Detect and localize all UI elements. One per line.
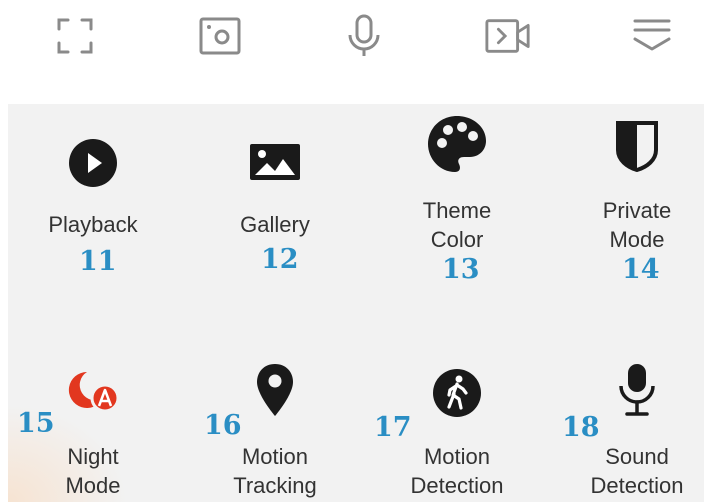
- microphone-button[interactable]: [340, 12, 388, 60]
- top-toolbar: [0, 0, 704, 100]
- palette-icon: [426, 114, 488, 176]
- tile-label: Sound Detection: [590, 444, 684, 498]
- record-video-button[interactable]: [484, 12, 532, 60]
- play-circle-icon: [68, 138, 118, 188]
- microphone-icon: [348, 14, 380, 56]
- collapse-menu-button[interactable]: [628, 12, 676, 60]
- tile-label: Motion Detection: [410, 444, 504, 498]
- tile-number: 17: [374, 412, 412, 443]
- tile-motion-tracking[interactable]: 16 Motion Tracking: [190, 304, 360, 498]
- tile-label: Motion Tracking: [233, 444, 317, 498]
- walking-person-icon: [432, 368, 482, 418]
- tile-private-mode[interactable]: Private Mode 14: [552, 104, 704, 294]
- tile-sound-detection[interactable]: 18 Sound Detection: [552, 304, 704, 498]
- fullscreen-icon: [57, 18, 93, 54]
- tile-playback[interactable]: Playback 11: [8, 104, 178, 294]
- tile-number: 16: [204, 410, 242, 441]
- screenshot-button[interactable]: [196, 12, 244, 60]
- tile-number: 14: [622, 254, 660, 285]
- tile-number: 13: [442, 254, 480, 285]
- screenshot-icon: [199, 17, 241, 55]
- night-mode-icon: [63, 368, 123, 414]
- tile-gallery[interactable]: Gallery 12: [190, 104, 360, 294]
- tile-label: Theme Color: [422, 198, 492, 252]
- feature-panel: Playback 11 Gallery 12 Theme Color 13 Pr…: [8, 104, 704, 502]
- location-pin-icon: [255, 362, 295, 418]
- collapse-menu-icon: [633, 19, 671, 51]
- image-icon: [250, 142, 300, 182]
- fullscreen-button[interactable]: [51, 12, 99, 60]
- record-video-icon: [485, 19, 530, 53]
- tile-motion-detection[interactable]: 17 Motion Detection: [372, 304, 542, 498]
- studio-microphone-icon: [615, 362, 659, 418]
- half-shield-icon: [614, 120, 660, 172]
- tile-label: Gallery: [240, 212, 310, 237]
- tile-label: Night Mode: [65, 444, 121, 498]
- tile-label: Playback: [48, 212, 138, 237]
- tile-number: 18: [562, 412, 600, 443]
- tile-number: 12: [261, 244, 299, 275]
- tile-label: Private Mode: [602, 198, 672, 252]
- tile-number: 15: [17, 408, 55, 439]
- tile-number: 11: [79, 246, 117, 277]
- tile-night-mode[interactable]: 15 Night Mode: [8, 304, 178, 498]
- tile-theme-color[interactable]: Theme Color 13: [372, 104, 542, 294]
